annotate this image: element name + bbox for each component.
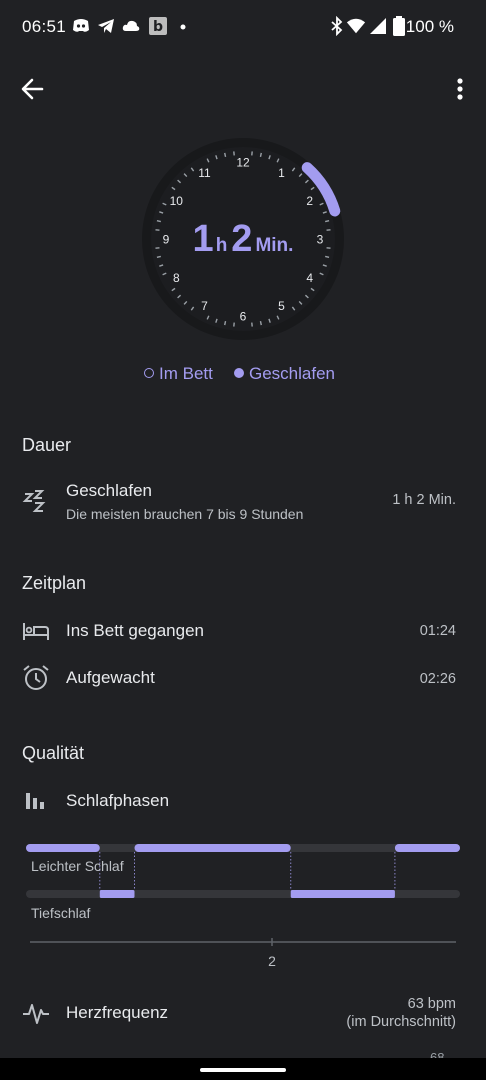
dial-hour-number: 1 — [278, 166, 285, 180]
filled-dot-icon — [234, 368, 244, 378]
status-bar: 06:51 b 100 % — [0, 0, 486, 56]
discord-icon — [73, 19, 89, 32]
home-gesture-pill[interactable] — [200, 1068, 286, 1072]
wake-value: 02:26 — [419, 671, 456, 687]
heart-rate-title: Herzfrequenz — [66, 1003, 169, 1022]
section-title-quality: Qualität — [22, 743, 85, 763]
heart-rate-icon — [23, 1004, 49, 1024]
duration-display: 1 h 2 Min. — [140, 218, 346, 261]
deep-sleep-segment — [290, 890, 395, 898]
section-title-duration: Dauer — [22, 435, 72, 455]
bluetooth-icon — [331, 16, 343, 36]
svg-text:b: b — [153, 19, 163, 35]
bed-icon — [23, 623, 49, 640]
dial-hour-number: 4 — [306, 271, 313, 285]
dial-hour-number: 10 — [170, 194, 184, 208]
dial-hour-number: 5 — [278, 299, 285, 313]
duration-minutes-unit: Min. — [255, 235, 294, 256]
battery-percent: 100 % — [405, 17, 454, 36]
sleep-zzz-icon — [22, 490, 46, 512]
deep-sleep-segment — [99, 890, 135, 898]
deep-sleep-label: Tiefschlaf — [31, 905, 91, 921]
bedtime-label: Ins Bett gegangen — [66, 621, 205, 640]
legend-slept: Geschlafen — [234, 364, 335, 384]
light-sleep-label: Leichter Schlaf — [31, 858, 124, 874]
heart-rate-value: 63 bpm — [407, 996, 456, 1012]
dot-icon — [180, 24, 186, 30]
duration-row-subtitle: Die meisten brauchen 7 bis 9 Stunden — [66, 506, 304, 522]
dial-hour-number: 2 — [306, 194, 313, 208]
duration-row-value: 1 h 2 Min. — [392, 492, 456, 508]
dial-hour-number: 8 — [173, 271, 180, 285]
bar-chart-icon — [26, 793, 44, 809]
duration-hours-unit: h — [215, 235, 228, 256]
cloud-icon — [122, 20, 140, 31]
light-sleep-segment — [134, 844, 291, 852]
dial-minute-tick — [224, 321, 227, 326]
legend-slept-label: Geschlafen — [249, 364, 335, 383]
b-app-icon: b — [149, 17, 167, 35]
axis-tick-label: 2 — [268, 953, 276, 969]
telegram-icon — [98, 19, 114, 33]
back-arrow-icon[interactable] — [18, 74, 50, 104]
dial-minute-tick — [259, 152, 262, 157]
wifi-icon — [346, 18, 366, 34]
dial-minute-tick — [224, 152, 227, 157]
phase-connectors — [99, 852, 396, 890]
alarm-clock-icon — [23, 665, 49, 690]
light-sleep-segment — [394, 844, 460, 852]
more-options-icon[interactable] — [450, 76, 470, 102]
signal-icon — [370, 18, 386, 34]
duration-minutes-value: 2 — [231, 218, 253, 260]
legend-in-bed-label: Im Bett — [159, 364, 213, 383]
light-sleep-segment — [26, 844, 100, 852]
duration-hours-value: 1 — [192, 218, 214, 260]
dial-hour-number: 7 — [201, 299, 208, 313]
status-time: 06:51 — [22, 17, 67, 36]
bedtime-value: 01:24 — [419, 623, 456, 639]
dial-hour-number: 11 — [198, 166, 211, 180]
dial-hour-number: 12 — [236, 156, 250, 170]
dial-minute-tick — [259, 321, 262, 326]
duration-row-title: Geschlafen — [66, 481, 152, 500]
section-title-schedule: Zeitplan — [22, 573, 87, 593]
heart-rate-subtitle: (im Durchschnitt) — [346, 1014, 456, 1030]
sleep-phases-title: Schlafphasen — [66, 791, 170, 810]
wake-label: Aufgewacht — [66, 668, 155, 687]
dial-hour-number: 6 — [240, 310, 247, 324]
legend-in-bed: Im Bett — [144, 364, 213, 384]
hollow-dot-icon — [144, 368, 154, 378]
sleep-phases-chart — [26, 844, 460, 946]
